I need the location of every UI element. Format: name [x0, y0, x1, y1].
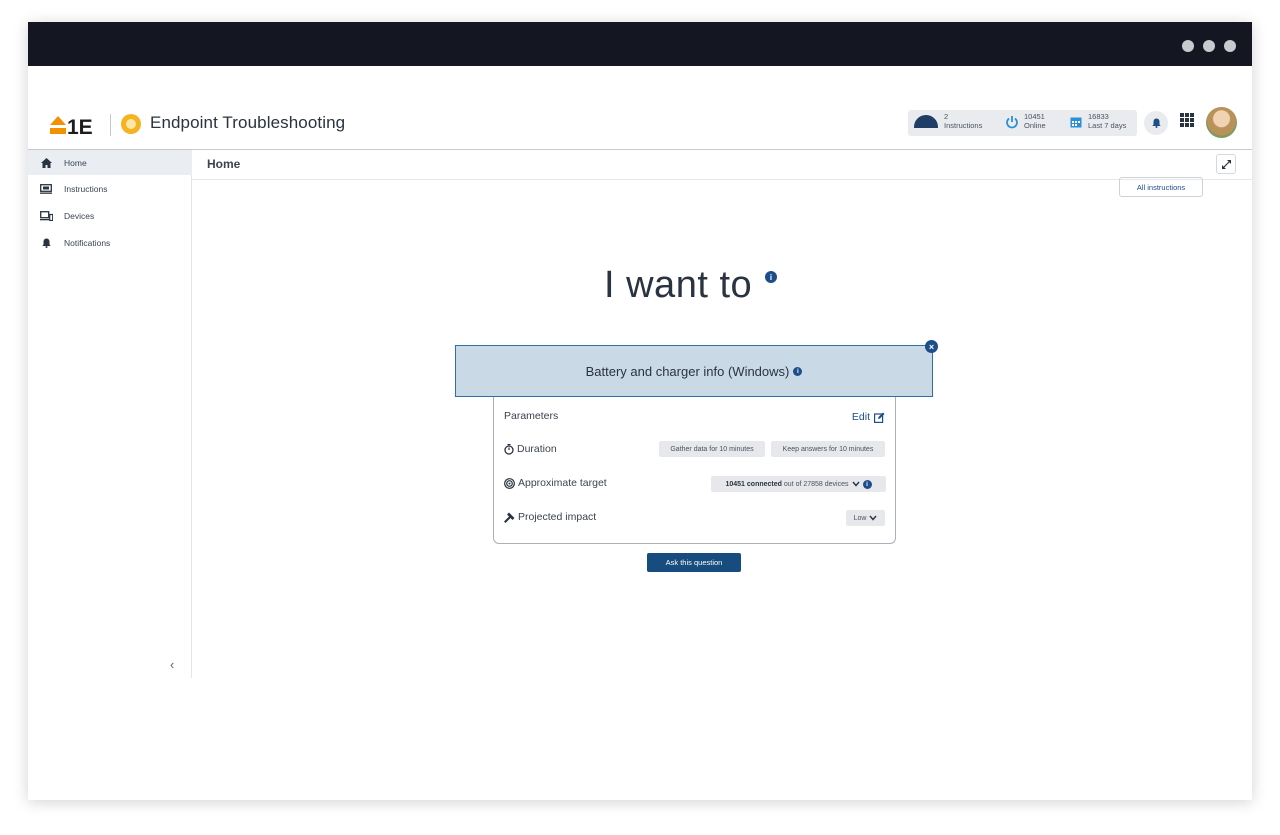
edit-icon [874, 412, 885, 423]
window-dot[interactable] [1203, 40, 1215, 52]
info-icon[interactable]: i [862, 479, 872, 489]
online-label: Online [1024, 121, 1046, 130]
duration-row-label: Duration [504, 443, 557, 455]
sidebar-item-devices[interactable]: Devices [28, 203, 192, 228]
calendar-icon [1070, 117, 1082, 128]
info-icon[interactable]: i [793, 366, 803, 376]
target-connected: 10451 connected [725, 480, 782, 488]
sidebar-item-label: Notifications [64, 237, 111, 248]
sidebar-item-label: Home [64, 157, 87, 168]
edit-button[interactable]: Edit [852, 411, 885, 423]
sidebar-item-instructions[interactable]: Instructions [28, 176, 192, 201]
impact-dropdown[interactable]: Low [846, 510, 885, 526]
hero-heading: I want to [604, 264, 753, 306]
instructions-icon [40, 183, 52, 194]
endpoint-troubleshooting-icon [121, 114, 141, 134]
logo-text: 1E [67, 116, 93, 138]
parameters-panel: Parameters Edit Duration Gather data for… [493, 397, 896, 544]
ask-question-button[interactable]: Ask this question [647, 553, 741, 572]
page-header: Home [192, 150, 1252, 180]
1e-logo: 1E [50, 116, 93, 138]
parameters-label-text: Parameters [504, 410, 559, 422]
home-icon [40, 157, 52, 168]
chevron-down-icon [851, 481, 860, 487]
days-label: Last 7 days [1088, 121, 1127, 130]
info-icon[interactable]: i [765, 271, 777, 283]
window-dot[interactable] [1224, 40, 1236, 52]
online-stat: 10451 Online [1024, 112, 1046, 130]
divider [110, 114, 111, 136]
instructions-label: Instructions [944, 121, 983, 130]
bell-icon [41, 238, 51, 248]
duration-label: Duration [517, 443, 557, 455]
bell-icon [1151, 118, 1161, 128]
close-icon[interactable]: × [925, 340, 938, 353]
devices-icon [39, 210, 53, 221]
stopwatch-icon [504, 443, 514, 455]
app-launcher-icon[interactable] [1180, 113, 1194, 127]
user-avatar[interactable] [1206, 107, 1237, 138]
target-icon [504, 477, 515, 489]
instructions-count: 2 [944, 112, 949, 121]
edit-label: Edit [851, 411, 870, 423]
window-controls [1182, 40, 1236, 52]
target-row-label: Approximate target [504, 477, 607, 489]
last-days-stat: 16833 Last 7 days [1088, 112, 1126, 130]
sidebar-item-label: Devices [64, 210, 95, 221]
sidebar: Home Instructions Devices Notifications … [28, 150, 192, 678]
target-dropdown[interactable]: 10451 connected out of 27858 devices i [711, 476, 886, 492]
days-count: 16833 [1088, 112, 1109, 121]
hammer-icon [504, 512, 515, 523]
all-instructions-button[interactable]: All instructions [1119, 177, 1203, 197]
window-dot[interactable] [1182, 40, 1194, 52]
instructions-stat: 2 Instructions [944, 112, 982, 130]
gather-duration-chip[interactable]: Gather data for 10 minutes [659, 441, 765, 457]
sidebar-item-home[interactable]: Home [28, 150, 192, 175]
impact-value: Low [853, 514, 867, 522]
selected-instruction[interactable]: Battery and charger info (Windows) i [455, 345, 933, 397]
app-title: Endpoint Troubleshooting [150, 113, 346, 132]
target-label: Approximate target [518, 477, 607, 489]
power-icon [1006, 116, 1018, 129]
page-title: Home [207, 157, 241, 171]
instruction-title: Battery and charger info (Windows) [585, 363, 790, 379]
gauge-icon [914, 115, 938, 128]
keep-duration-chip[interactable]: Keep answers for 10 minutes [771, 441, 885, 457]
online-count: 10451 [1024, 112, 1045, 121]
impact-row-label: Projected impact [504, 511, 596, 523]
parameters-label: Parameters [504, 410, 558, 422]
window-titlebar [28, 22, 1252, 66]
notifications-button[interactable] [1144, 111, 1168, 135]
expand-button[interactable] [1216, 154, 1236, 174]
collapse-sidebar-button[interactable]: ‹ [170, 657, 174, 672]
expand-icon [1221, 159, 1231, 169]
chevron-down-icon [869, 515, 877, 521]
sidebar-item-label: Instructions [64, 183, 108, 194]
sidebar-item-notifications[interactable]: Notifications [28, 230, 192, 255]
app-header: 1E Endpoint Troubleshooting 2 Instructio… [28, 102, 1252, 150]
impact-label: Projected impact [518, 511, 597, 523]
stats-bar[interactable]: 2 Instructions 10451 Online 16833 Last 7… [908, 110, 1137, 136]
target-rest: out of 27858 devices [783, 480, 849, 488]
